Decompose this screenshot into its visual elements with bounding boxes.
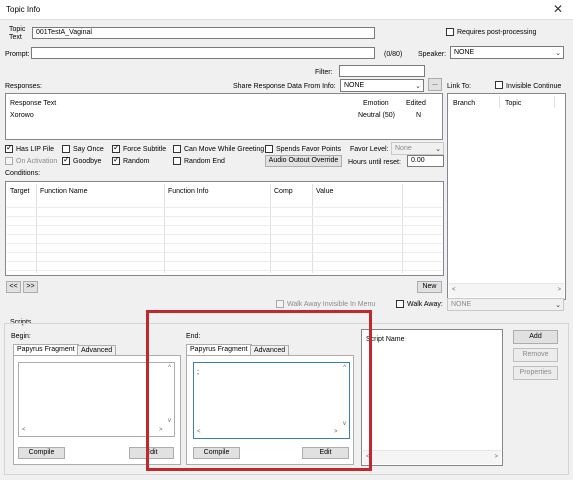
- filter-input[interactable]: [339, 65, 425, 77]
- conditions-next-button[interactable]: >>: [23, 281, 38, 293]
- walk-away-invisible-checkbox[interactable]: [276, 300, 284, 308]
- random-end-checkbox[interactable]: [173, 157, 181, 165]
- can-move-while-greeting-label: Can Move While Greeting: [184, 146, 265, 153]
- response-emotion-cell: Neutral (50): [358, 112, 395, 119]
- can-move-while-greeting-checkbox[interactable]: [173, 145, 181, 153]
- has-lip-file-label: Has LIP File: [16, 146, 54, 153]
- force-subtitle-label: Force Subtitle: [123, 146, 167, 153]
- remove-script-button[interactable]: Remove: [513, 348, 558, 362]
- column-divider: [554, 96, 555, 108]
- conditions-label: Conditions:: [5, 170, 41, 177]
- topic-text-input[interactable]: 001TestA_Vaginal: [32, 27, 375, 39]
- walk-away-value: NONE: [451, 301, 472, 308]
- has-lip-file-checkbox[interactable]: [5, 143, 13, 153]
- prompt-counter: (0/80): [384, 51, 403, 58]
- requires-post-processing-label: Requires post-processing: [457, 29, 537, 36]
- share-response-select[interactable]: NONE ⌄: [340, 79, 424, 92]
- scroll-right-icon[interactable]: >: [557, 287, 561, 293]
- share-response-browse-button[interactable]: ...: [428, 78, 442, 91]
- scroll-left-icon[interactable]: <: [452, 287, 456, 293]
- window-title: Topic Info: [6, 5, 41, 14]
- requires-post-processing-checkbox[interactable]: [446, 28, 454, 36]
- speaker-value: NONE: [454, 49, 475, 56]
- say-once-label: Say Once: [73, 146, 104, 153]
- favor-level-value: None: [395, 145, 412, 152]
- favor-level-label: Favor Level:: [350, 146, 389, 153]
- invisible-continue-label: Invisible Continue: [506, 83, 562, 90]
- goodbye-checkbox[interactable]: [62, 155, 70, 165]
- random-end-label: Random End: [184, 158, 225, 165]
- conditions-col-comp: Comp: [274, 188, 293, 195]
- prompt-label: Prompt:: [5, 51, 30, 58]
- responses-label: Responses:: [5, 83, 42, 90]
- title-bar: Topic Info ✕: [0, 0, 573, 20]
- random-checkbox[interactable]: [112, 155, 120, 165]
- highlight-box: [146, 310, 372, 471]
- share-response-label: Share Response Data From Info:: [233, 83, 336, 90]
- link-to-col-branch: Branch: [453, 100, 476, 107]
- prompt-input[interactable]: [31, 47, 375, 59]
- on-activation-label: On Activation: [16, 158, 58, 165]
- goodbye-label: Goodbye: [73, 158, 102, 165]
- script-name-list[interactable]: Script Name < >: [361, 329, 503, 466]
- link-to-label: Link To:: [447, 83, 471, 90]
- begin-tab-papyrus-fragment[interactable]: Papyrus Fragment: [13, 344, 79, 355]
- topic-label-line2: Text: [9, 34, 22, 41]
- response-text-cell: Xorowo: [10, 112, 34, 119]
- audio-output-override-button[interactable]: Audio Outout Override: [265, 155, 342, 167]
- column-divider: [499, 96, 500, 108]
- invisible-continue-checkbox[interactable]: [495, 81, 503, 89]
- link-to-col-topic: Topic: [505, 100, 522, 107]
- responses-col-edited: Edited: [406, 100, 426, 107]
- hours-until-reset-input[interactable]: 0.00: [407, 155, 444, 167]
- scroll-right-icon[interactable]: >: [494, 454, 498, 460]
- chevron-down-icon: ⌄: [435, 146, 441, 153]
- speaker-select[interactable]: NONE ⌄: [450, 46, 564, 59]
- walk-away-invisible-label: Walk Away Invisible In Menu: [287, 301, 376, 308]
- chevron-down-icon: ⌄: [555, 50, 561, 57]
- speaker-label: Speaker:: [418, 51, 447, 58]
- conditions-col-value: Value: [316, 188, 334, 195]
- add-script-button[interactable]: Add: [513, 330, 558, 344]
- close-icon[interactable]: ✕: [553, 2, 563, 16]
- share-response-value: NONE: [344, 82, 365, 89]
- chevron-down-icon: ⌄: [555, 302, 561, 309]
- link-to-table: Branch Topic < >: [447, 93, 566, 300]
- conditions-col-target: Target: [10, 188, 30, 195]
- responses-col-emotion: Emotion: [363, 100, 389, 107]
- random-label: Random: [123, 158, 150, 165]
- scroll-left-icon[interactable]: <: [22, 427, 26, 433]
- table-row[interactable]: Xorowo Neutral (50) N: [7, 109, 441, 121]
- response-edited-cell: N: [416, 112, 422, 119]
- favor-level-select[interactable]: None ⌄: [391, 142, 444, 155]
- conditions-new-button[interactable]: New: [417, 281, 442, 293]
- walk-away-checkbox[interactable]: [396, 300, 404, 308]
- responses-table: Response Text Emotion Edited Xorowo Neut…: [5, 93, 443, 140]
- conditions-prev-button[interactable]: <<: [6, 281, 21, 293]
- horizontal-scrollbar[interactable]: < >: [363, 450, 501, 464]
- conditions-table: Target Function Name Function Info Comp …: [5, 181, 444, 276]
- horizontal-scrollbar[interactable]: < >: [449, 283, 564, 297]
- script-properties-button[interactable]: Properties: [513, 366, 558, 380]
- on-activation-checkbox[interactable]: [5, 157, 13, 165]
- walk-away-label: Walk Away:: [407, 301, 443, 308]
- begin-tab-advanced[interactable]: Advanced: [77, 345, 117, 355]
- filter-label: Filter:: [315, 69, 333, 76]
- topic-text-label: Topic Text: [9, 26, 25, 42]
- responses-col-text: Response Text: [10, 100, 57, 107]
- say-once-checkbox[interactable]: [62, 145, 70, 153]
- conditions-col-function-info: Function Info: [168, 188, 209, 195]
- conditions-rows: [7, 199, 442, 273]
- walk-away-select[interactable]: NONE ⌄: [447, 298, 564, 311]
- hours-until-reset-label: Hours until reset:: [348, 159, 401, 166]
- spends-favor-points-checkbox[interactable]: [265, 145, 273, 153]
- begin-compile-button[interactable]: Compile: [18, 447, 65, 459]
- chevron-down-icon: ⌄: [415, 83, 421, 90]
- force-subtitle-checkbox[interactable]: [112, 143, 120, 153]
- spends-favor-points-label: Spends Favor Points: [276, 146, 341, 153]
- conditions-col-function-name: Function Name: [40, 188, 88, 195]
- topic-label-line1: Topic: [9, 26, 26, 33]
- begin-label: Begin:: [11, 333, 31, 340]
